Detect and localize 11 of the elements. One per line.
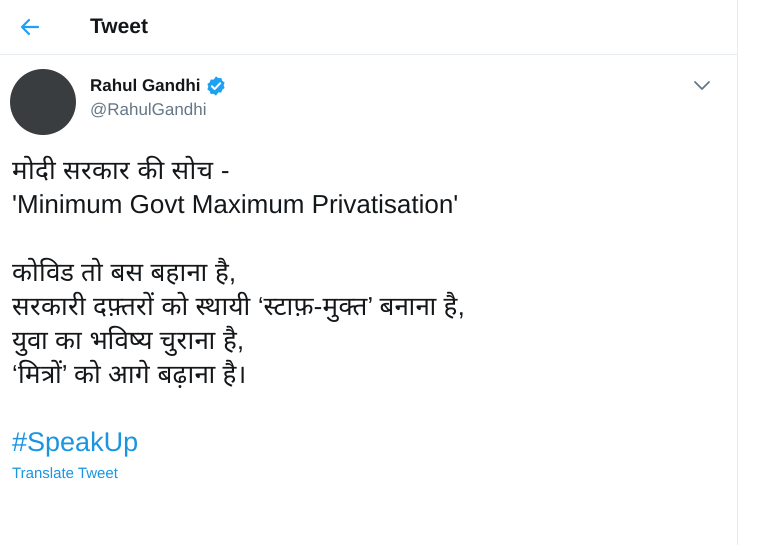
author-name[interactable]: Rahul Gandhi xyxy=(90,76,200,96)
tweet-text-line: कोविड तो बस बहाना है, xyxy=(12,256,236,289)
tweet-text-line: ‘मित्रों’ को आगे बढ़ाना है। xyxy=(12,358,246,391)
page-title: Tweet xyxy=(90,15,148,39)
translate-link[interactable]: Translate Tweet xyxy=(12,465,118,482)
author-handle: @RahulGandhi xyxy=(90,100,208,120)
tweet-text-line: सरकारी दफ़्तरों को स्थायी ‘स्टाफ़-मुक्त’ बनाना है, xyxy=(12,290,465,323)
tweet-text-line: 'Minimum Govt Maximum Privatisation' xyxy=(12,188,458,221)
tweet-text-line: युवा का भविष्य चुराना है, xyxy=(12,324,244,357)
tweet-text-line: मोदी सरकार की सोच - xyxy=(12,154,230,187)
hashtag-link[interactable]: #SpeakUp xyxy=(12,425,138,459)
